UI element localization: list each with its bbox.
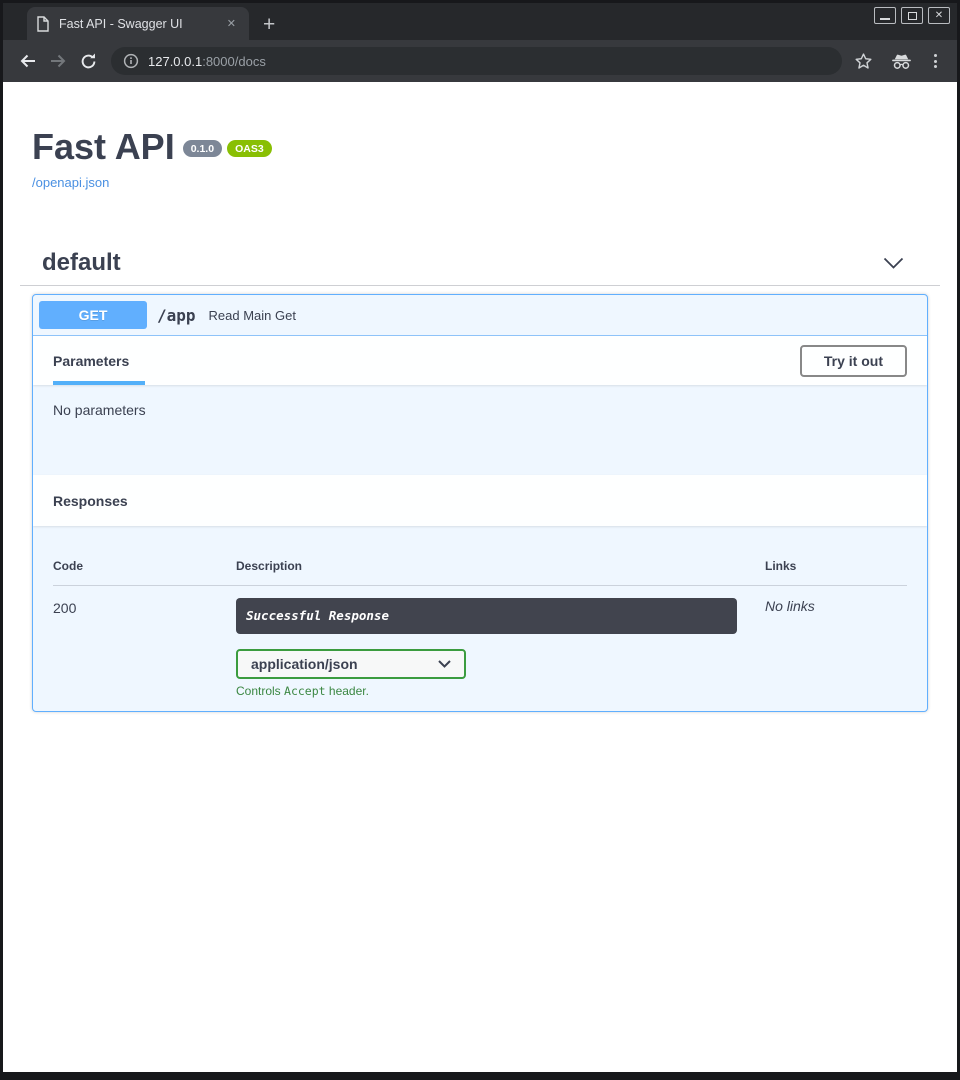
tag-name: default xyxy=(42,248,121,278)
response-code: 200 xyxy=(53,598,236,698)
address-bar[interactable]: 127.0.0.1:8000/docs xyxy=(111,47,842,75)
back-icon[interactable] xyxy=(13,46,43,76)
browser-tab[interactable]: Fast API - Swagger UI ✕ xyxy=(27,7,249,40)
tab-strip: Fast API - Swagger UI ✕ + ✕ xyxy=(3,3,957,40)
browser-toolbar: 127.0.0.1:8000/docs xyxy=(3,40,957,82)
operation-summary[interactable]: GET /app Read Main Get xyxy=(33,295,927,336)
browser-window: Fast API - Swagger UI ✕ + ✕ 127.0.0.1:80… xyxy=(3,3,957,1072)
try-it-out-button[interactable]: Try it out xyxy=(800,345,907,377)
responses-title: Responses xyxy=(53,493,128,509)
browser-menu-icon[interactable] xyxy=(930,54,941,68)
site-info-icon[interactable] xyxy=(123,53,139,69)
version-badge: 0.1.0 xyxy=(183,140,222,157)
response-row-200: 200 Successful Response application/json… xyxy=(53,586,907,698)
header-links: Links xyxy=(765,559,907,573)
url-text: 127.0.0.1:8000/docs xyxy=(148,54,266,69)
oas-badge: OAS3 xyxy=(227,140,272,157)
media-type-select[interactable]: application/json xyxy=(236,649,466,679)
accept-header-note: Controls Accept header. xyxy=(236,684,765,698)
response-description-cell: Successful Response application/json Con… xyxy=(236,598,765,698)
url-path: :8000/docs xyxy=(202,54,266,69)
url-host: 127.0.0.1 xyxy=(148,54,202,69)
responses-table: Code Description Links 200 Successful Re… xyxy=(33,526,927,711)
api-title: Fast API xyxy=(32,126,175,167)
toolbar-right-icons xyxy=(852,52,947,71)
header-description: Description xyxy=(236,559,765,573)
operation-summary-text: Read Main Get xyxy=(209,308,296,323)
no-parameters-message: No parameters xyxy=(33,385,927,475)
note-prefix: Controls xyxy=(236,684,284,698)
response-links: No links xyxy=(765,598,907,698)
note-code: Accept xyxy=(284,684,326,698)
new-tab-button[interactable]: + xyxy=(263,14,275,35)
incognito-icon xyxy=(890,53,913,70)
minimize-button[interactable] xyxy=(874,7,896,24)
window-controls: ✕ xyxy=(874,7,950,24)
method-get-button[interactable]: GET xyxy=(39,301,147,329)
swagger-page: Fast API0.1.0OAS3 /openapi.json default … xyxy=(3,82,957,1072)
parameters-tab-label: Parameters xyxy=(53,353,129,369)
api-info-section: Fast API 0.1.0 OAS3 /openapi.json xyxy=(20,82,940,192)
select-chevron-icon xyxy=(438,660,451,668)
header-code: Code xyxy=(53,559,236,573)
parameters-header: Parameters Try it out xyxy=(33,336,927,385)
page-favicon-icon xyxy=(36,16,50,32)
reload-icon[interactable] xyxy=(73,46,103,76)
media-type-value: application/json xyxy=(251,656,358,672)
response-description: Successful Response xyxy=(236,598,737,634)
operation-path: /app xyxy=(157,306,196,325)
tab-close-icon[interactable]: ✕ xyxy=(223,15,240,32)
openapi-spec-link[interactable]: /openapi.json xyxy=(32,175,109,190)
tab-title: Fast API - Swagger UI xyxy=(59,17,223,31)
forward-icon[interactable] xyxy=(43,46,73,76)
opblock-get-app: GET /app Read Main Get Parameters Try it… xyxy=(32,294,928,712)
note-suffix: header. xyxy=(326,684,369,698)
api-badges: 0.1.0 OAS3 xyxy=(183,140,272,158)
tag-section-header[interactable]: default xyxy=(20,248,940,286)
tab-parameters[interactable]: Parameters xyxy=(53,336,129,385)
responses-header: Responses xyxy=(33,475,927,526)
bookmark-star-icon[interactable] xyxy=(854,52,873,71)
responses-table-header-row: Code Description Links xyxy=(53,526,907,586)
maximize-button[interactable] xyxy=(901,7,923,24)
close-button[interactable]: ✕ xyxy=(928,7,950,24)
chevron-down-icon[interactable] xyxy=(883,257,904,270)
